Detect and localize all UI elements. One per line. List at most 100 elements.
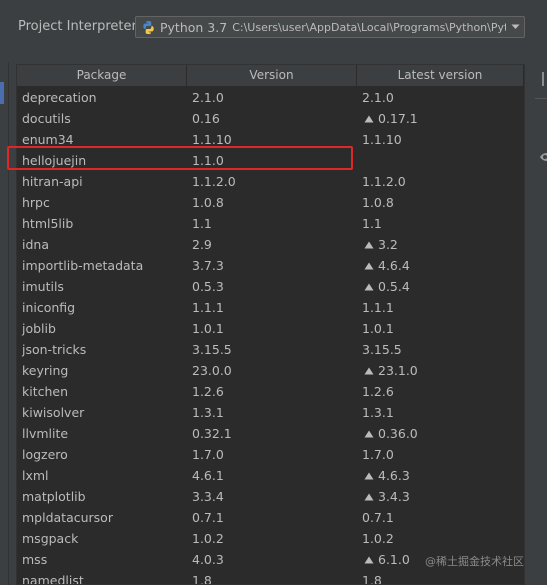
table-row[interactable]: keyring 23.0.0 23.1.0 xyxy=(17,360,524,381)
latest-version-text: 1.1.10 xyxy=(362,132,402,147)
package-latest-version: 0.5.4 xyxy=(357,279,524,294)
package-latest-version: 1.0.8 xyxy=(357,195,524,210)
column-header-version[interactable]: Version xyxy=(187,65,357,86)
package-version: 23.0.0 xyxy=(192,363,232,378)
package-name: idna xyxy=(22,237,49,252)
package-name: mpldatacursor xyxy=(22,510,113,525)
package-version: 1.1 xyxy=(192,216,212,231)
package-name: msgpack xyxy=(22,531,79,546)
triangle-up-icon xyxy=(364,115,374,122)
package-name: hrpc xyxy=(22,195,50,210)
package-latest-version: 2.1.0 xyxy=(357,90,524,105)
latest-version-text: 3.2 xyxy=(378,237,398,252)
triangle-up-icon xyxy=(364,262,374,269)
table-row[interactable]: mpldatacursor 0.7.1 0.7.1 xyxy=(17,507,524,528)
package-name: json-tricks xyxy=(22,342,87,357)
package-name: html5lib xyxy=(22,216,74,231)
package-name: namedlist xyxy=(22,573,84,585)
package-latest-version: 1.8 xyxy=(357,573,524,585)
table-row[interactable]: lxml 4.6.1 4.6.3 xyxy=(17,465,524,486)
table-row[interactable]: kiwisolver 1.3.1 1.3.1 xyxy=(17,402,524,423)
package-latest-version: 1.1 xyxy=(357,216,524,231)
package-latest-version: 0.7.1 xyxy=(357,510,524,525)
table-row[interactable]: kitchen 1.2.6 1.2.6 xyxy=(17,381,524,402)
latest-version-text: 6.1.0 xyxy=(378,552,410,567)
latest-version-text: 0.7.1 xyxy=(362,510,394,525)
highlight-annotation xyxy=(7,146,353,170)
table-row[interactable]: importlib-metadata 3.7.3 4.6.4 xyxy=(17,255,524,276)
latest-version-text: 3.4.3 xyxy=(378,489,410,504)
show-early-releases-icon[interactable] xyxy=(539,150,547,164)
latest-version-text: 1.1.2.0 xyxy=(362,174,406,189)
table-row[interactable]: logzero 1.7.0 1.7.0 xyxy=(17,444,524,465)
triangle-up-icon xyxy=(364,493,374,500)
table-row[interactable]: iniconfig 1.1.1 1.1.1 xyxy=(17,297,524,318)
package-version: 1.7.0 xyxy=(192,447,224,462)
table-row[interactable]: json-tricks 3.15.5 3.15.5 xyxy=(17,339,524,360)
table-row[interactable]: deprecation 2.1.0 2.1.0 xyxy=(17,87,524,108)
package-name: imutils xyxy=(22,279,64,294)
table-row[interactable]: llvmlite 0.32.1 0.36.0 xyxy=(17,423,524,444)
table-row[interactable]: hitran-api 1.1.2.0 1.1.2.0 xyxy=(17,171,524,192)
latest-version-text: 1.1.1 xyxy=(362,300,394,315)
package-latest-version: 1.1.10 xyxy=(357,132,524,147)
latest-version-text: 1.8 xyxy=(362,573,382,585)
package-name: deprecation xyxy=(22,90,97,105)
package-latest-version: 4.6.4 xyxy=(357,258,524,273)
table-row[interactable]: matplotlib 3.3.4 3.4.3 xyxy=(17,486,524,507)
toolbar-separator xyxy=(535,98,547,99)
add-package-icon[interactable] xyxy=(540,72,547,86)
package-name: mss xyxy=(22,552,48,567)
project-interpreter-label: Project Interpreter: xyxy=(18,19,142,34)
package-latest-version: 23.1.0 xyxy=(357,363,524,378)
latest-version-text: 0.36.0 xyxy=(378,426,418,441)
package-latest-version: 0.36.0 xyxy=(357,426,524,441)
package-version: 1.0.2 xyxy=(192,531,224,546)
package-name: docutils xyxy=(22,111,71,126)
interpreter-select[interactable]: Python 3.7 C:\Users\user\AppData\Local\P… xyxy=(135,16,525,38)
package-name: keyring xyxy=(22,363,69,378)
triangle-up-icon xyxy=(364,430,374,437)
package-latest-version: 1.0.2 xyxy=(357,531,524,546)
package-name: enum34 xyxy=(22,132,74,147)
table-row[interactable]: joblib 1.0.1 1.0.1 xyxy=(17,318,524,339)
table-row[interactable]: idna 2.9 3.2 xyxy=(17,234,524,255)
latest-version-text: 4.6.4 xyxy=(378,258,410,273)
package-latest-version: 1.2.6 xyxy=(357,384,524,399)
table-row[interactable]: imutils 0.5.3 0.5.4 xyxy=(17,276,524,297)
package-version: 1.1.2.0 xyxy=(192,174,236,189)
table-row[interactable]: docutils 0.16 0.17.1 xyxy=(17,108,524,129)
watermark: @稀土掘金技术社区 xyxy=(425,555,524,568)
table-row[interactable]: msgpack 1.0.2 1.0.2 xyxy=(17,528,524,549)
column-header-latest-version[interactable]: Latest version xyxy=(357,65,524,86)
package-name: logzero xyxy=(22,447,68,462)
package-version: 0.32.1 xyxy=(192,426,232,441)
latest-version-text: 0.17.1 xyxy=(378,111,418,126)
table-row[interactable]: hrpc 1.0.8 1.0.8 xyxy=(17,192,524,213)
column-header-package[interactable]: Package xyxy=(17,65,187,86)
latest-version-text: 1.0.8 xyxy=(362,195,394,210)
package-latest-version: 4.6.3 xyxy=(357,468,524,483)
chevron-down-icon[interactable] xyxy=(506,17,524,37)
package-latest-version: 3.4.3 xyxy=(357,489,524,504)
table-row[interactable]: html5lib 1.1 1.1 xyxy=(17,213,524,234)
settings-nav-selected-indicator xyxy=(0,82,4,104)
package-version: 1.1.1 xyxy=(192,300,224,315)
latest-version-text: 2.1.0 xyxy=(362,90,394,105)
latest-version-text: 1.2.6 xyxy=(362,384,394,399)
package-version: 3.7.3 xyxy=(192,258,224,273)
package-latest-version: 1.0.1 xyxy=(357,321,524,336)
package-toolbar xyxy=(532,62,547,585)
table-row[interactable]: namedlist 1.8 1.8 xyxy=(17,570,524,585)
package-version: 2.1.0 xyxy=(192,90,224,105)
package-latest-version: 1.7.0 xyxy=(357,447,524,462)
package-name: matplotlib xyxy=(22,489,86,504)
package-latest-version: 3.2 xyxy=(357,237,524,252)
latest-version-text: 1.0.2 xyxy=(362,531,394,546)
package-name: kiwisolver xyxy=(22,405,85,420)
package-version: 0.5.3 xyxy=(192,279,224,294)
package-name: importlib-metadata xyxy=(22,258,144,273)
triangle-up-icon xyxy=(364,241,374,248)
latest-version-text: 0.5.4 xyxy=(378,279,410,294)
package-version: 1.0.8 xyxy=(192,195,224,210)
